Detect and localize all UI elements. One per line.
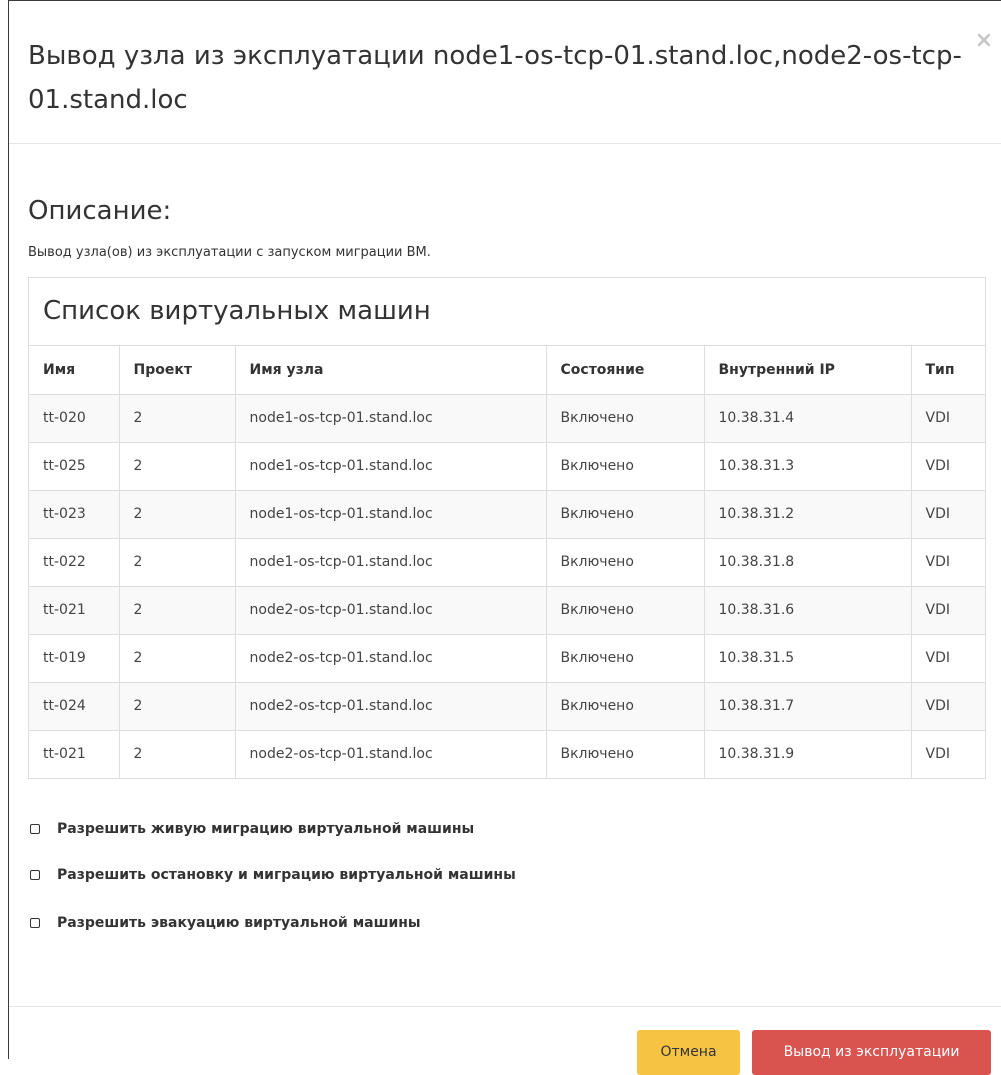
column-header-project: Проект	[118, 346, 235, 394]
evacuation-option[interactable]: Разрешить эвакуацию виртуальной машины	[30, 915, 421, 931]
cell-type: VDI	[910, 441, 985, 490]
cell-type: VDI	[910, 633, 985, 682]
stop-migration-checkbox[interactable]	[30, 870, 40, 880]
evacuation-checkbox[interactable]	[30, 918, 40, 928]
dialog-header: Вывод узла из эксплуатации node1-os-tcp-…	[9, 1, 1001, 144]
dialog-footer: Отмена Вывод из эксплуатации	[9, 1006, 1001, 1075]
cell-node-name: node1-os-tcp-01.stand.loc	[234, 441, 546, 490]
cell-name: tt-024	[29, 681, 119, 730]
cell-node-name: node2-os-tcp-01.stand.loc	[234, 681, 546, 730]
table-row: tt-025 2 node1-os-tcp-01.stand.loc Включ…	[29, 441, 985, 490]
cell-name: tt-021	[29, 729, 119, 778]
description-heading: Описание:	[28, 196, 172, 226]
cell-state: Включено	[545, 441, 704, 490]
cell-internal-ip: 10.38.31.8	[703, 537, 911, 586]
cell-internal-ip: 10.38.31.6	[703, 585, 911, 634]
column-header-internal-ip: Внутренний IP	[703, 346, 911, 394]
decommission-dialog: Вывод узла из эксплуатации node1-os-tcp-…	[8, 0, 1001, 1075]
cell-project: 2	[118, 585, 235, 634]
column-header-type: Тип	[910, 346, 985, 394]
vm-table: Имя Проект Имя узла Состояние Внутренний…	[29, 346, 985, 778]
cell-name: tt-025	[29, 441, 119, 490]
cell-state: Включено	[545, 633, 704, 682]
column-header-state: Состояние	[545, 346, 704, 394]
cell-node-name: node1-os-tcp-01.stand.loc	[234, 393, 546, 442]
cell-internal-ip: 10.38.31.7	[703, 681, 911, 730]
cell-internal-ip: 10.38.31.5	[703, 633, 911, 682]
cell-project: 2	[118, 633, 235, 682]
cell-internal-ip: 10.38.31.4	[703, 393, 911, 442]
cell-internal-ip: 10.38.31.3	[703, 441, 911, 490]
table-header-row: Имя Проект Имя узла Состояние Внутренний…	[29, 346, 985, 394]
cell-type: VDI	[910, 681, 985, 730]
live-migration-option[interactable]: Разрешить живую миграцию виртуальной маш…	[30, 821, 474, 837]
cell-type: VDI	[910, 585, 985, 634]
cell-name: tt-020	[29, 393, 119, 442]
cell-name: tt-021	[29, 585, 119, 634]
cell-name: tt-022	[29, 537, 119, 586]
cell-node-name: node1-os-tcp-01.stand.loc	[234, 537, 546, 586]
column-header-node-name: Имя узла	[234, 346, 546, 394]
cell-project: 2	[118, 489, 235, 538]
cell-node-name: node2-os-tcp-01.stand.loc	[234, 729, 546, 778]
description-text: Вывод узла(ов) из эксплуатации с запуско…	[28, 245, 431, 260]
stop-migration-label: Разрешить остановку и миграцию виртуальн…	[57, 867, 516, 883]
evacuation-label: Разрешить эвакуацию виртуальной машины	[57, 915, 421, 931]
vm-list-panel: Список виртуальных машин Имя Проект Имя …	[28, 277, 986, 779]
cell-state: Включено	[545, 393, 704, 442]
cell-project: 2	[118, 729, 235, 778]
cell-type: VDI	[910, 489, 985, 538]
table-row: tt-021 2 node2-os-tcp-01.stand.loc Включ…	[29, 729, 985, 778]
cell-project: 2	[118, 537, 235, 586]
cell-type: VDI	[910, 537, 985, 586]
cell-node-name: node2-os-tcp-01.stand.loc	[234, 633, 546, 682]
table-row: tt-020 2 node1-os-tcp-01.stand.loc Включ…	[29, 393, 985, 442]
cell-type: VDI	[910, 729, 985, 778]
cell-state: Включено	[545, 729, 704, 778]
cell-node-name: node1-os-tcp-01.stand.loc	[234, 489, 546, 538]
column-header-name: Имя	[43, 361, 76, 378]
cell-project: 2	[118, 441, 235, 490]
cell-project: 2	[118, 681, 235, 730]
live-migration-label: Разрешить живую миграцию виртуальной маш…	[57, 821, 475, 837]
cell-name: tt-023	[29, 489, 119, 538]
table-row: tt-023 2 node1-os-tcp-01.stand.loc Включ…	[29, 489, 985, 538]
cell-state: Включено	[545, 537, 704, 586]
vm-list-title: Список виртуальных машин	[29, 278, 985, 346]
decommission-button[interactable]: Вывод из эксплуатации	[752, 1030, 991, 1075]
cell-internal-ip: 10.38.31.2	[703, 489, 911, 538]
cancel-button[interactable]: Отмена	[637, 1030, 740, 1075]
cell-node-name: node2-os-tcp-01.stand.loc	[234, 585, 546, 634]
cell-name: tt-019	[29, 633, 119, 682]
stop-migration-option[interactable]: Разрешить остановку и миграцию виртуальн…	[30, 867, 516, 883]
table-row: tt-024 2 node2-os-tcp-01.stand.loc Включ…	[29, 681, 985, 730]
cell-state: Включено	[545, 489, 704, 538]
cell-type: VDI	[910, 393, 985, 442]
cell-project: 2	[118, 393, 235, 442]
cell-state: Включено	[545, 681, 704, 730]
cell-internal-ip: 10.38.31.9	[703, 729, 911, 778]
table-row: tt-019 2 node2-os-tcp-01.stand.loc Включ…	[29, 633, 985, 682]
dialog-title: Вывод узла из эксплуатации node1-os-tcp-…	[28, 41, 962, 115]
table-row: tt-021 2 node2-os-tcp-01.stand.loc Включ…	[29, 585, 985, 634]
table-row: tt-022 2 node1-os-tcp-01.stand.loc Включ…	[29, 537, 985, 586]
cell-state: Включено	[545, 585, 704, 634]
close-icon[interactable]: ×	[973, 29, 995, 53]
live-migration-checkbox[interactable]	[30, 824, 40, 834]
